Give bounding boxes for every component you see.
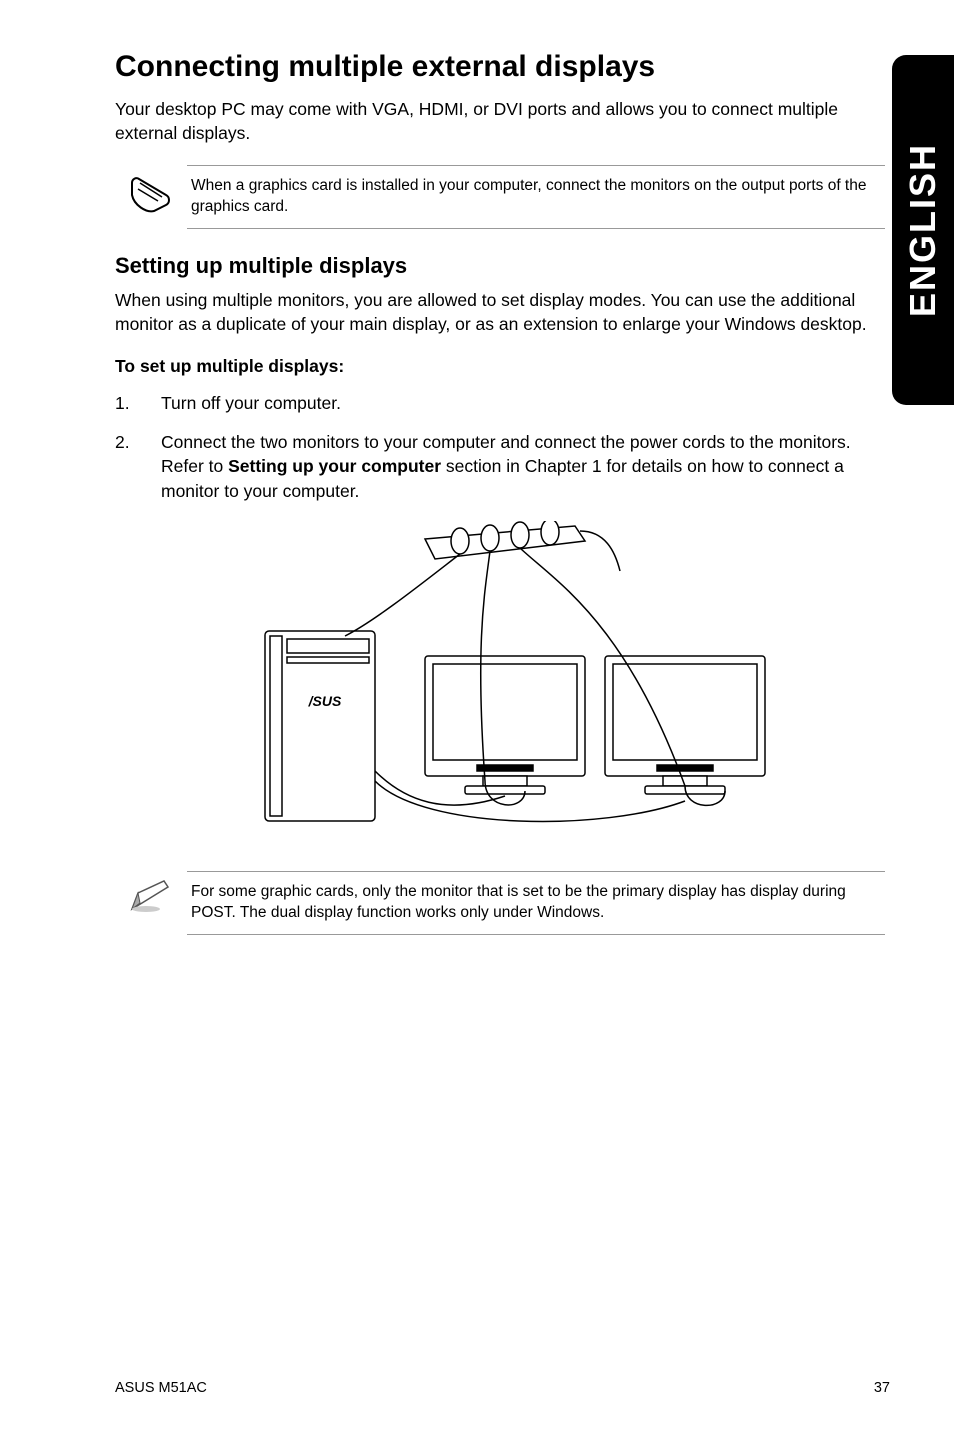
pencil-note-block: For some graphic cards, only the monitor… (115, 871, 885, 935)
intro-paragraph: Your desktop PC may come with VGA, HDMI,… (115, 98, 885, 145)
side-language-text: ENGLISH (902, 143, 944, 317)
main-heading: Connecting multiple external displays (115, 50, 894, 84)
hand-icon (115, 165, 187, 213)
setup-diagram: /SUS (115, 521, 894, 841)
pencil-note-text: For some graphic cards, only the monitor… (191, 882, 885, 924)
step-item-1: 1. Turn off your computer. (115, 391, 885, 416)
footer-page-number: 37 (874, 1380, 890, 1396)
step-text-bold: Setting up your computer (228, 456, 441, 476)
step-item-2: 2. Connect the two monitors to your comp… (115, 430, 885, 504)
step-number: 1. (115, 391, 161, 416)
pencil-icon (115, 871, 187, 915)
step-number: 2. (115, 430, 161, 504)
steps-title: To set up multiple displays: (115, 356, 894, 377)
page-footer: ASUS M51AC 37 (115, 1380, 890, 1396)
info-note-text: When a graphics card is installed in you… (191, 176, 885, 218)
sub-intro-paragraph: When using multiple monitors, you are al… (115, 289, 885, 336)
info-note-block: When a graphics card is installed in you… (115, 165, 885, 229)
side-language-tab: ENGLISH (892, 55, 954, 405)
step-text: Turn off your computer. (161, 391, 885, 416)
step-text: Connect the two monitors to your compute… (161, 430, 885, 504)
footer-model: ASUS M51AC (115, 1380, 207, 1396)
svg-text:/SUS: /SUS (307, 693, 341, 709)
sub-heading: Setting up multiple displays (115, 253, 894, 279)
